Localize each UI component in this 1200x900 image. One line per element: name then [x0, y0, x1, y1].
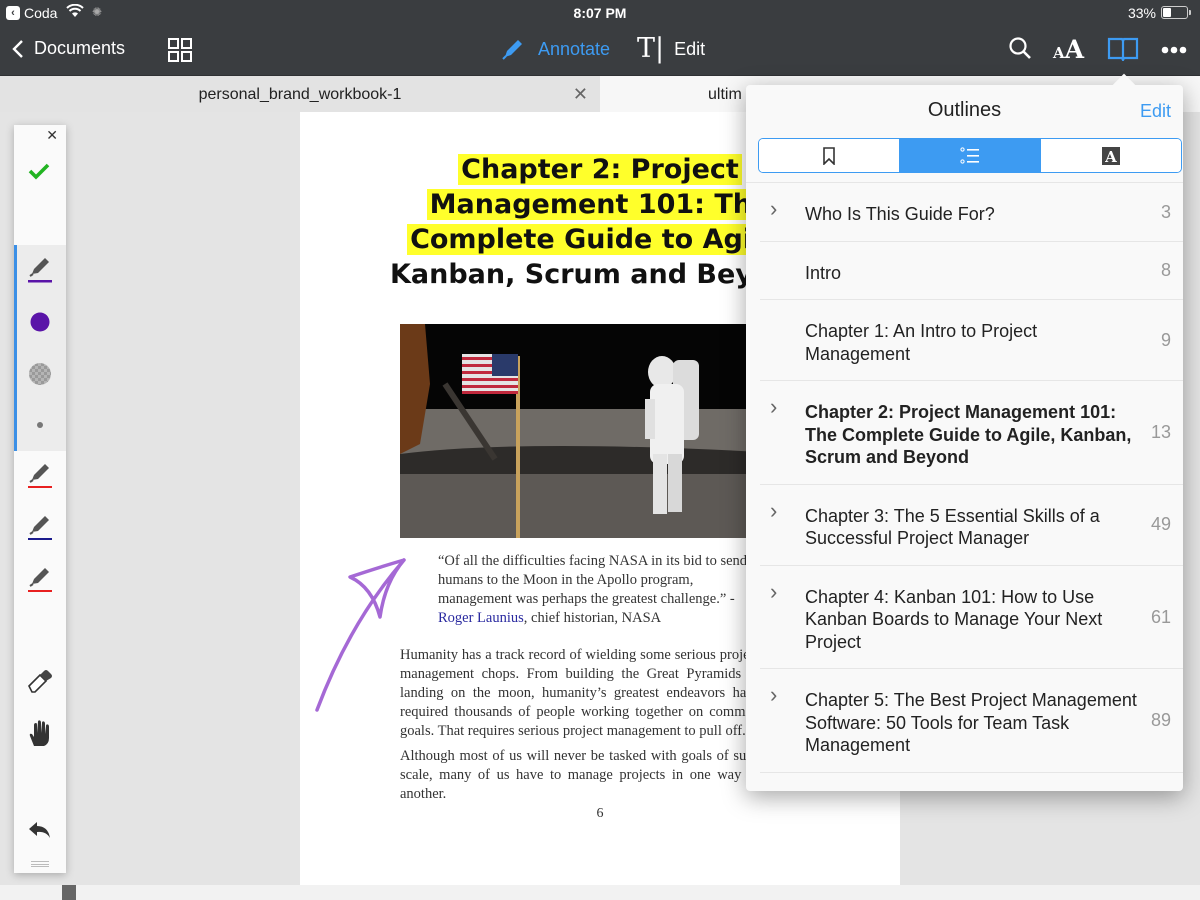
color-dot-icon [30, 312, 50, 332]
outline-list: › Who Is This Guide For? 3 Intro 8 Chapter 1:… [746, 182, 1183, 773]
clock: 8:07 PM [573, 5, 627, 21]
scrubber-handle[interactable] [62, 885, 76, 900]
outline-item[interactable]: › Who Is This Guide For? 3 [760, 183, 1183, 242]
more-icon[interactable] [1161, 46, 1187, 54]
annotation-toolbar: ✕ [14, 125, 66, 873]
edit-text-button[interactable]: T| Edit [637, 35, 705, 63]
paragraph: Although most of us will never be tasked… [400, 748, 760, 802]
outline-item-title: Chapter 3: The 5 Essential Skills of a S… [805, 505, 1100, 549]
bookmark-icon [823, 146, 835, 165]
body-text: Humanity has a track record of wielding … [400, 646, 760, 810]
text-cursor-icon: T| [637, 33, 665, 64]
hand-icon[interactable] [26, 720, 54, 748]
pen-tool-blue[interactable] [26, 513, 54, 541]
documents-label: Documents [34, 38, 126, 58]
page-number: 6 [596, 806, 604, 821]
chevron-right-icon[interactable]: › [770, 183, 777, 241]
outline-item-page: 3 [1160, 201, 1171, 222]
chevron-right-icon[interactable]: › [770, 381, 777, 484]
toolbar-drag-handle[interactable] [31, 861, 49, 867]
size-dot-icon [37, 422, 43, 428]
pull-quote: “Of all the difficulties facing NASA in … [438, 553, 748, 626]
eraser-icon[interactable] [26, 668, 54, 696]
status-bar: ‹ Coda ✺ 8:07 PM 33% [0, 0, 1200, 26]
battery-icon [1161, 6, 1191, 19]
pencil-icon [32, 516, 49, 532]
outline-item-title: Intro [805, 262, 842, 283]
outline-item-page: 61 [1150, 606, 1171, 627]
annotation-icon: A [1102, 146, 1120, 165]
battery-percent: 33% [1127, 5, 1156, 21]
search-icon[interactable] [1008, 36, 1032, 62]
nav-bar: Documents Annotate T| Edit AA [0, 26, 1200, 75]
check-icon[interactable] [27, 161, 51, 181]
segment-bookmarks[interactable] [759, 139, 900, 172]
documents-back-button[interactable]: Documents [12, 38, 125, 59]
outline-item[interactable]: › Chapter 2: Project Management 101: The … [760, 381, 1183, 485]
grid-view-icon[interactable] [168, 38, 192, 62]
pen-tool-red[interactable] [26, 461, 54, 489]
pencil-icon [32, 464, 49, 480]
chevron-left-icon [12, 39, 23, 58]
outline-item-page: 89 [1150, 710, 1171, 730]
outline-item-title: Chapter 1: An Intro to Project Managemen… [805, 321, 1038, 364]
pencil-icon [32, 568, 49, 584]
tab-label: ultim [708, 86, 742, 103]
annotate-label: Annotate [538, 38, 611, 59]
outline-item[interactable]: Chapter 1: An Intro to Project Managemen… [760, 300, 1183, 381]
outline-item[interactable]: Intro 8 [760, 242, 1183, 300]
flag [462, 354, 518, 394]
outline-item[interactable]: › Chapter 3: The 5 Essential Skills of a … [760, 485, 1183, 566]
stroke-size-picker[interactable] [26, 411, 54, 439]
pencil-icon [32, 258, 49, 274]
opacity-checker-icon [29, 363, 51, 385]
segment-outline[interactable] [900, 139, 1041, 172]
chevron-right-icon[interactable]: › [770, 669, 777, 772]
page-scrubber[interactable] [0, 885, 1200, 900]
svg-text:A: A [1104, 148, 1117, 165]
opacity-picker[interactable] [26, 360, 54, 388]
tab-label: personal_brand_workbook-1 [198, 86, 402, 103]
highlighter-tool-red[interactable] [26, 565, 54, 593]
outlines-title: Outlines [927, 99, 1002, 121]
close-toolbar-icon[interactable]: ✕ [46, 127, 58, 144]
color-picker[interactable] [26, 308, 54, 336]
outline-item[interactable]: › Chapter 5: The Best Project Management … [760, 669, 1183, 773]
segment-annotations[interactable]: A [1041, 139, 1181, 172]
outline-item-title: Who Is This Guide For? [805, 204, 995, 224]
outline-item-page: 13 [1150, 422, 1171, 442]
outline-item-title: Chapter 5: The Best Project Management S… [805, 690, 1137, 755]
book-icon[interactable] [1107, 37, 1139, 61]
outline-item-title: Chapter 2: Project Management 101: The C… [805, 402, 1132, 467]
outline-item-page: 9 [1160, 329, 1171, 350]
close-tab-icon[interactable]: ✕ [573, 76, 588, 113]
pencil-icon [502, 40, 522, 60]
undo-icon[interactable] [26, 818, 54, 846]
list-icon [960, 146, 979, 164]
outline-item[interactable]: › Chapter 4: Kanban 101: How to Use Kanba… [760, 566, 1183, 669]
outline-item-title: Chapter 4: Kanban 101: How to Use Kanban… [805, 586, 1103, 652]
tab-document-1[interactable]: personal_brand_workbook-1 ✕ [0, 76, 600, 113]
chevron-right-icon[interactable]: › [770, 566, 777, 669]
chevron-right-icon[interactable]: › [770, 485, 777, 565]
outline-item-page: 49 [1150, 514, 1171, 535]
paragraph: Humanity has a track record of wielding … [400, 647, 760, 739]
pen-tool-purple[interactable] [26, 255, 54, 283]
moon-landing-photo [400, 324, 760, 538]
outline-view-segmented-control: A [758, 138, 1182, 173]
outlines-popover: Outlines Edit A › Who Is This Guide For? 3… [746, 73, 1183, 791]
outline-item-page: 8 [1160, 260, 1171, 280]
annotate-button[interactable]: Annotate [502, 38, 610, 60]
edit-label: Edit [674, 38, 706, 59]
quote-author-link[interactable]: Roger Launius [438, 610, 524, 626]
top-bar: ‹ Coda ✺ 8:07 PM 33% Documents Annotate [0, 0, 1200, 75]
pen-color-underline [28, 280, 52, 283]
outlines-edit-button[interactable]: Edit [1140, 101, 1171, 122]
font-size-icon[interactable]: AA [1053, 35, 1084, 64]
